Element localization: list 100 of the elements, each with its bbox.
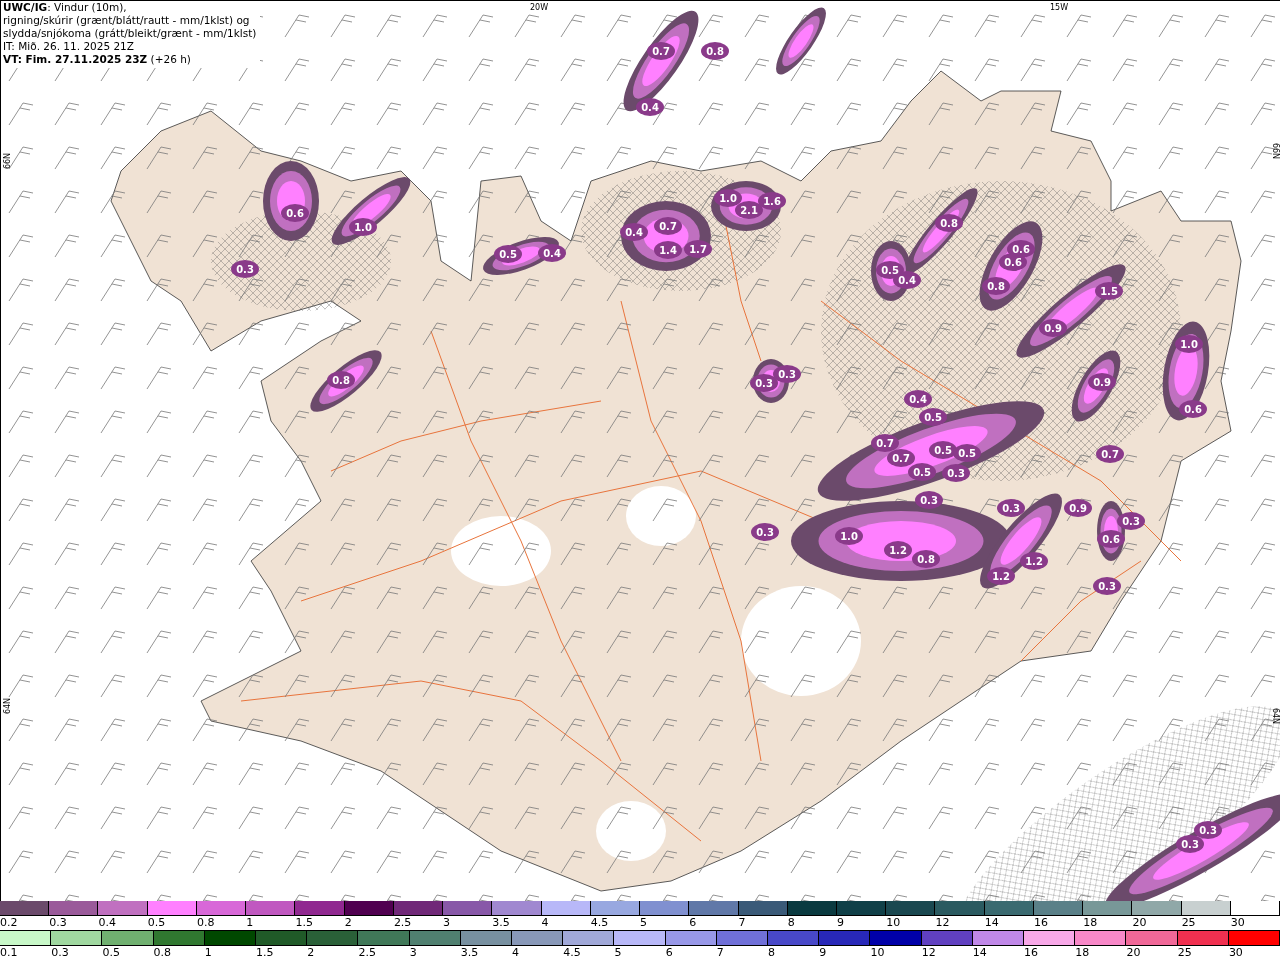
legend-label: 1: [204, 946, 212, 959]
legend-label: 18: [1083, 916, 1098, 929]
precipitation-value: 0.5: [881, 265, 899, 276]
legend-label: 3.5: [460, 946, 479, 959]
legend-label: 16: [1024, 946, 1039, 959]
legend-label: 1.5: [295, 916, 313, 929]
precipitation-value: 1.0: [719, 193, 737, 204]
legend-label: 3: [443, 916, 451, 929]
precipitation-value: 0.3: [1199, 825, 1217, 836]
precipitation-value: 1.5: [1100, 286, 1118, 297]
precipitation-value: 0.8: [940, 218, 958, 229]
legend-label: 0.1: [0, 946, 18, 959]
precipitation-value: 0.3: [947, 468, 965, 479]
legend-label: 10: [886, 916, 901, 929]
legend-label: 20: [1132, 916, 1147, 929]
legend-label: 1.5: [256, 946, 274, 959]
legend-label: 0.3: [49, 916, 67, 929]
precipitation-value: 0.5: [499, 249, 517, 260]
legend-label: 20: [1126, 946, 1141, 959]
precipitation-value: 1.2: [1025, 556, 1043, 567]
legend-label: 14: [972, 946, 987, 959]
precipitation-value: 1.2: [889, 545, 907, 556]
precipitation-value: 0.9: [1093, 377, 1111, 388]
precipitation-value: 0.9: [1069, 503, 1087, 514]
precipitation-value: 0.8: [917, 554, 935, 565]
precipitation-value: 0.3: [756, 527, 774, 538]
legend-label: 14: [984, 916, 999, 929]
precipitation-value: 0.5: [934, 445, 952, 456]
precipitation-value: 0.3: [236, 264, 254, 275]
precipitation-value: 1.0: [840, 531, 858, 542]
precipitation-value: 0.4: [625, 227, 643, 238]
legend-label: 0.4: [98, 916, 116, 929]
legend-label: 2: [344, 916, 352, 929]
precipitation-value: 0.3: [1181, 839, 1199, 850]
legend-label: 30: [1230, 916, 1245, 929]
legend-label: 0.2: [0, 916, 18, 929]
precipitation-value: 0.4: [543, 248, 561, 259]
legend-label: 0.8: [196, 916, 215, 929]
map-info-text: IT: Mið. 26. 11. 2025 21Z: [3, 40, 135, 53]
legend-label: 8: [787, 916, 795, 929]
legend-label: 4: [512, 946, 520, 959]
legend-label: 12: [921, 946, 936, 959]
precipitation-value: 2.1: [740, 205, 758, 216]
latitude-label: 64N: [3, 697, 12, 715]
precipitation-value: 1.4: [659, 245, 677, 256]
legend-label: 6: [689, 916, 697, 929]
precipitation-value: 0.3: [1098, 581, 1116, 592]
precipitation-value: 0.4: [898, 275, 916, 286]
legend-label: 5: [614, 946, 622, 959]
legend-label: 3: [409, 946, 417, 959]
precipitation-value: 1.6: [763, 196, 781, 207]
longitude-label: 15W: [1049, 3, 1069, 12]
legend-label: 0.5: [147, 916, 166, 929]
map-info-text: VT: Fim. 27.11.2025 23Z (+26 h): [3, 53, 192, 66]
legend-label: 2.5: [358, 946, 376, 959]
precipitation-value: 0.6: [1012, 244, 1030, 255]
legend-label: 18: [1075, 946, 1090, 959]
legend-label: 8: [768, 946, 776, 959]
legend-label: 5: [640, 916, 648, 929]
legend-label: 2.5: [393, 916, 412, 929]
precipitation-value: 0.9: [1044, 323, 1062, 334]
precipitation-value: 0.7: [652, 46, 670, 57]
precipitation-value: 0.5: [958, 448, 976, 459]
precipitation-value: 0.4: [641, 102, 659, 113]
precipitation-value: 1.0: [1180, 339, 1198, 350]
legend-label: 3.5: [492, 916, 510, 929]
map-info-text: rigning/skúrir (grænt/blátt/rautt - mm/1klst) og: [3, 14, 251, 27]
legend-label: 2: [307, 946, 315, 959]
legend-label: 16: [1033, 916, 1048, 929]
precipitation-value: 0.8: [332, 375, 350, 386]
precipitation-value: 0.4: [909, 394, 927, 405]
precipitation-value: 0.8: [706, 46, 724, 57]
precipitation-value: 0.3: [1002, 503, 1020, 514]
precipitation-value: 1.7: [689, 244, 707, 255]
map-info-text: slydda/snjókoma (grátt/bleikt/grænt - mm/1klst): [3, 27, 257, 40]
precipitation-value: 0.3: [920, 495, 938, 506]
legend-label: 0.5: [102, 946, 120, 959]
legend-label: 9: [837, 916, 844, 929]
precipitation-value: 0.7: [1101, 449, 1119, 460]
latitude-label: 66N: [3, 152, 12, 170]
legend-label: 4: [541, 916, 549, 929]
legend-label: 7: [716, 946, 724, 959]
precipitation-value: 0.3: [755, 378, 773, 389]
legend-label: 12: [935, 916, 950, 929]
precipitation-value: 1.0: [354, 222, 372, 233]
map-info-text: UWC/IG: Vindur (10m),: [3, 1, 128, 14]
precipitation-value: 0.5: [924, 412, 942, 423]
legend-label: 4.5: [563, 946, 581, 959]
longitude-label: 20W: [529, 3, 549, 12]
precipitation-value: 0.3: [1122, 516, 1140, 527]
legend-label: 6: [665, 946, 673, 959]
precipitation-value: 0.6: [1102, 534, 1120, 545]
latitude-label: 64N: [1271, 707, 1280, 725]
precipitation-value: 0.6: [1004, 257, 1022, 268]
legend-label: 10: [870, 946, 885, 959]
legend-label: 4.5: [590, 916, 609, 929]
precipitation-value: 1.2: [992, 571, 1010, 582]
precipitation-value: 0.3: [778, 369, 796, 380]
legend-label: 7: [738, 916, 746, 929]
legend-label: 1: [246, 916, 254, 929]
